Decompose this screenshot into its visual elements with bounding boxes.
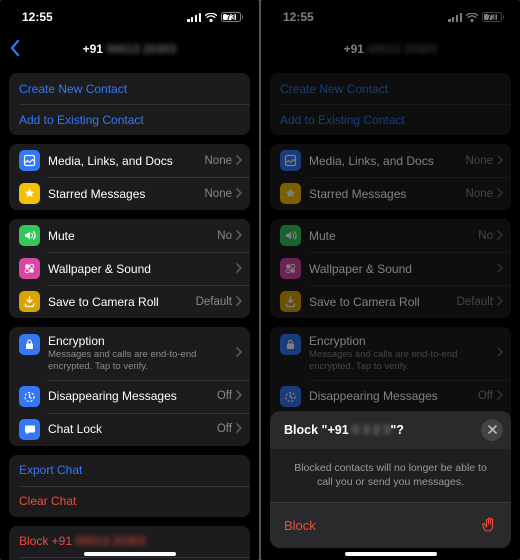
back-button[interactable] [10,40,20,61]
chevron-right-icon [236,295,242,309]
group-settings: Mute No Wallpaper & Sound Save to Camera… [9,219,250,318]
battery-icon: 73 [221,12,243,22]
chevron-right-icon [236,154,242,168]
chevron-right-icon [236,389,242,403]
sheet-action-label: Block [284,518,316,533]
hand-icon [480,515,497,536]
wifi-icon [205,13,217,22]
chat-lock[interactable]: Chat Lock Off [9,413,250,446]
sheet-title: Block "+91 0 3 2 3"? [284,423,471,437]
save-to-camera-roll[interactable]: Save to Camera Roll Default [9,285,250,318]
wallpaper-sound[interactable]: Wallpaper & Sound [9,252,250,285]
create-new-contact[interactable]: Create New Contact [9,73,250,104]
nav-bar: +91 00013 20303 [0,34,259,64]
chevron-right-icon [236,262,242,276]
screenshot-right: 12:55 73 +91 00013 20303 Create New Cont… [261,0,520,560]
mute[interactable]: Mute No [9,219,250,252]
media-icon [19,150,40,171]
group-chat-actions: Export Chat Clear Chat [9,455,250,517]
chevron-right-icon [236,346,242,360]
block-action-sheet: Block "+91 0 3 2 3"? Blocked contacts wi… [270,411,511,548]
chevron-right-icon [236,187,242,201]
encryption[interactable]: Encryption Messages and calls are end-to… [9,327,250,380]
chevron-right-icon [236,422,242,436]
close-icon [487,424,498,435]
clear-chat[interactable]: Clear Chat [9,486,250,517]
status-bar: 12:55 73 [0,0,259,34]
star-icon [19,183,40,204]
sheet-message: Blocked contacts will no longer be able … [270,449,511,502]
download-icon [19,291,40,312]
chevron-right-icon [236,229,242,243]
chat-lock-icon [19,419,40,440]
speaker-icon [19,225,40,246]
starred-messages[interactable]: Starred Messages None [9,177,250,210]
timer-icon [19,386,40,407]
sheet-block-action[interactable]: Block [270,502,511,548]
add-to-existing-contact[interactable]: Add to Existing Contact [9,104,250,135]
export-chat[interactable]: Export Chat [9,455,250,486]
cellular-icon [187,13,200,22]
home-indicator[interactable] [345,552,437,556]
page-title: +91 00013 20303 [0,42,259,56]
wallpaper-icon [19,258,40,279]
group-privacy: Encryption Messages and calls are end-to… [9,327,250,446]
sheet-close-button[interactable] [481,419,503,441]
screenshot-left: 12:55 73 +91 00013 20303 Create New Cont… [0,0,259,560]
group-contact-actions: Create New Contact Add to Existing Conta… [9,73,250,135]
media-links-docs[interactable]: Media, Links, and Docs None [9,144,250,177]
lock-icon [19,334,40,355]
disappearing-messages[interactable]: Disappearing Messages Off [9,380,250,413]
home-indicator[interactable] [84,552,176,556]
status-time: 12:55 [22,10,53,24]
group-media: Media, Links, and Docs None Starred Mess… [9,144,250,210]
